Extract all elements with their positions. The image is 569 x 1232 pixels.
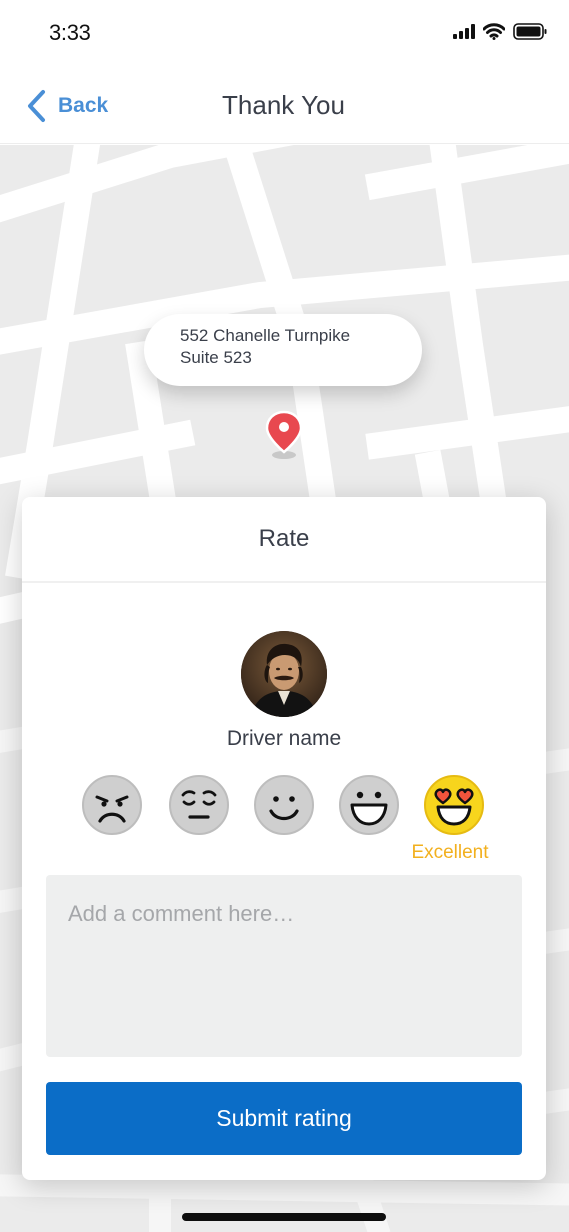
driver-avatar xyxy=(241,631,327,717)
rating-card-header: Rate xyxy=(22,497,546,583)
grinning-face-icon xyxy=(339,775,399,835)
rating-face-unamused[interactable] xyxy=(168,774,230,836)
location-pin-icon xyxy=(265,410,303,459)
rating-face-grinning[interactable] xyxy=(338,774,400,836)
rating-face-heart-eyes[interactable] xyxy=(423,774,485,836)
selected-rating-label: Excellent xyxy=(411,842,489,863)
status-bar: 3:33 xyxy=(0,0,569,66)
cellular-signal-icon xyxy=(453,24,475,39)
smiling-face-icon xyxy=(254,775,314,835)
wifi-icon xyxy=(483,23,505,40)
rating-faces xyxy=(81,774,491,838)
address-bubble: 552 Chanelle Turnpike Suite 523 xyxy=(144,314,422,386)
address-line-1: 552 Chanelle Turnpike xyxy=(180,326,351,345)
comment-input[interactable] xyxy=(46,875,522,1057)
heart-eyes-face-icon xyxy=(424,775,484,835)
submit-rating-button[interactable]: Submit rating xyxy=(46,1082,522,1155)
navigation-bar: Back Thank You xyxy=(0,66,569,144)
page-title: Thank You xyxy=(222,90,345,120)
address-line-2: Suite 523 xyxy=(180,348,252,367)
rating-face-smiling[interactable] xyxy=(253,774,315,836)
rating-card: Rate Driver name Excellent Add a comment… xyxy=(22,497,546,1180)
angry-face-icon xyxy=(82,775,142,835)
unamused-face-icon xyxy=(169,775,229,835)
home-indicator[interactable] xyxy=(182,1213,386,1221)
rating-card-title: Rate xyxy=(258,525,310,552)
battery-icon xyxy=(513,23,547,40)
status-time: 3:33 xyxy=(49,20,91,45)
status-icons xyxy=(453,23,547,40)
rating-face-angry[interactable] xyxy=(81,774,143,836)
driver-name: Driver name xyxy=(226,727,342,750)
